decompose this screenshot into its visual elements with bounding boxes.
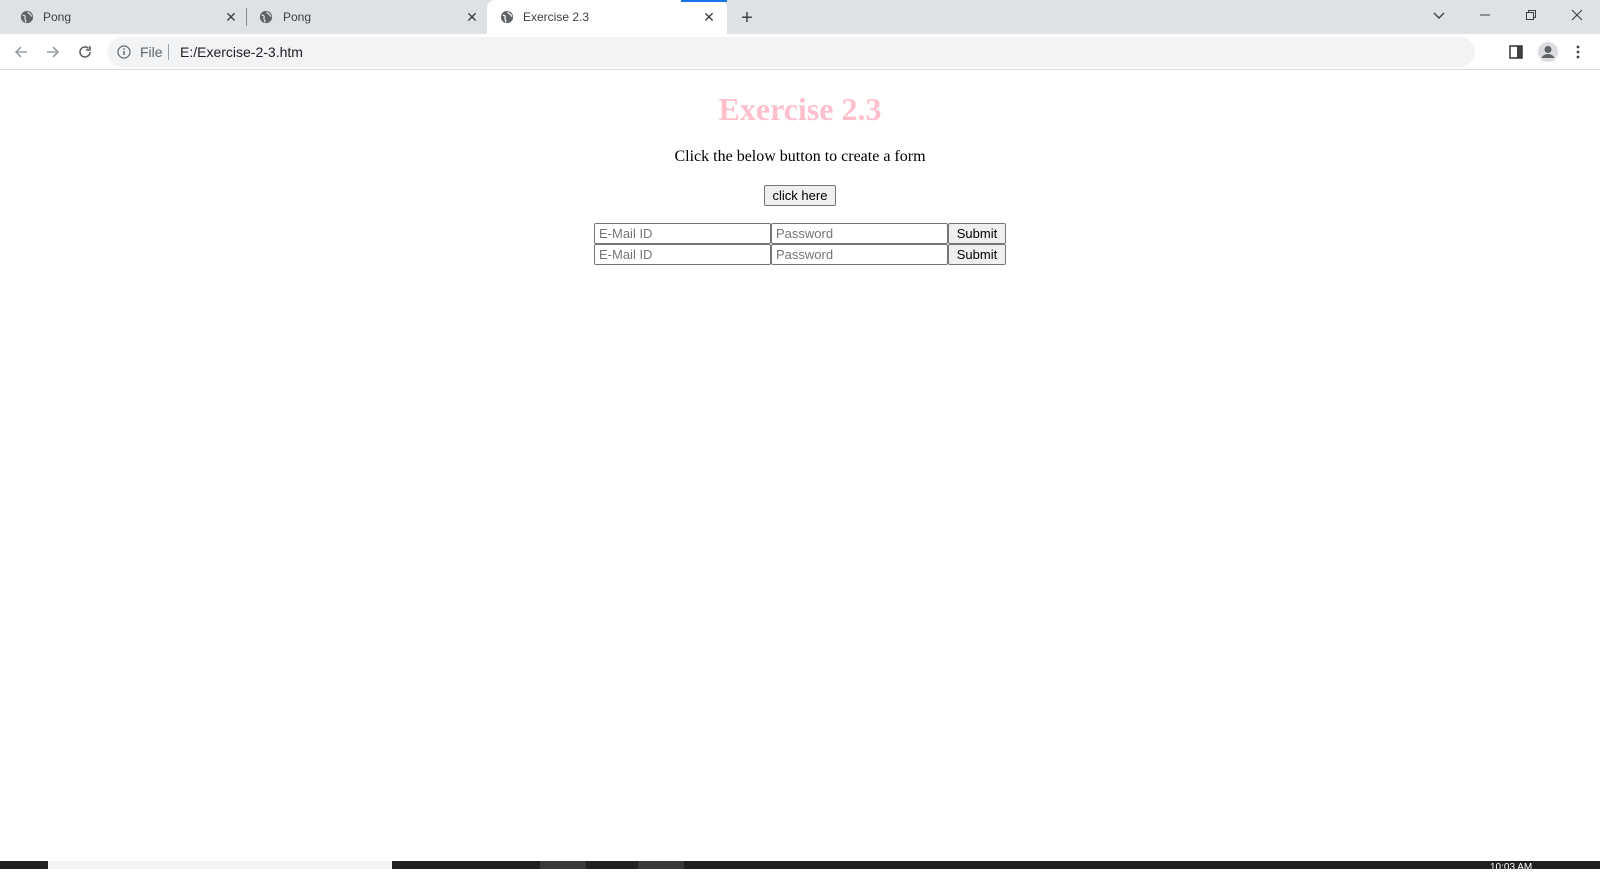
scheme-label: File — [140, 44, 163, 60]
tab-title: Pong — [43, 10, 72, 24]
globe-icon — [259, 10, 273, 24]
reload-button[interactable] — [73, 40, 97, 64]
menu-button[interactable] — [1566, 40, 1590, 64]
profile-button[interactable] — [1536, 40, 1560, 64]
instruction-text: Click the below button to create a form — [674, 148, 926, 165]
globe-icon — [20, 10, 34, 24]
browser-toolbar: File E:/Exercise-2-3.htm — [0, 34, 1600, 93]
info-icon[interactable] — [117, 45, 131, 59]
tab-exercise-2-3[interactable]: Exercise 2.3 ✕ — [487, 0, 727, 34]
form-row: Submit — [594, 223, 1006, 244]
side-panel-button[interactable] — [1504, 40, 1528, 64]
back-button[interactable] — [9, 40, 33, 64]
page-title: Exercise 2.3 — [718, 91, 882, 127]
minimize-button[interactable] — [1462, 0, 1508, 30]
create-form-button[interactable]: click here — [764, 185, 836, 206]
tab-title: Pong — [283, 10, 312, 24]
form-row: Submit — [594, 244, 1006, 265]
email-field[interactable] — [594, 223, 771, 244]
page-content: Exercise 2.3 Click the below button to c… — [0, 71, 1600, 861]
close-icon — [1571, 9, 1583, 21]
taskbar-search-box[interactable] — [48, 861, 392, 869]
avatar-icon — [1538, 42, 1558, 62]
restore-icon — [1526, 10, 1536, 20]
chevron-down-icon — [1433, 12, 1445, 19]
restore-button[interactable] — [1508, 0, 1554, 30]
submit-button[interactable]: Submit — [948, 223, 1006, 244]
arrow-left-icon — [14, 46, 27, 58]
globe-icon — [500, 10, 514, 24]
forward-button[interactable] — [41, 40, 65, 64]
taskbar-app[interactable] — [638, 861, 684, 869]
password-field[interactable] — [771, 223, 948, 244]
url-text[interactable]: E:/Exercise-2-3.htm — [180, 44, 303, 60]
side-panel-icon — [1509, 45, 1523, 59]
tab-pong-2[interactable]: Pong ✕ — [247, 0, 485, 34]
taskbar-app[interactable] — [540, 861, 586, 869]
close-window-button[interactable] — [1554, 0, 1600, 30]
kebab-menu-icon — [1576, 45, 1580, 59]
tab-search-button[interactable] — [1416, 0, 1462, 30]
taskbar: 10:03 AM — [0, 861, 1600, 873]
taskbar-clock[interactable]: 10:03 AM — [1490, 863, 1532, 873]
address-bar[interactable]: File E:/Exercise-2-3.htm — [107, 37, 1475, 67]
new-tab-button[interactable]: + — [736, 7, 758, 29]
password-field[interactable] — [771, 244, 948, 265]
tab-loading-indicator — [681, 0, 727, 2]
submit-button[interactable]: Submit — [948, 244, 1006, 265]
close-tab-icon[interactable]: ✕ — [223, 9, 239, 25]
close-tab-icon[interactable]: ✕ — [464, 9, 480, 25]
reload-icon — [79, 46, 91, 58]
tab-strip: Pong ✕ Pong ✕ Exercise 2.3 ✕ + — [0, 0, 1600, 34]
tab-pong-1[interactable]: Pong ✕ — [0, 0, 246, 34]
email-field[interactable] — [594, 244, 771, 265]
tab-title: Exercise 2.3 — [523, 10, 590, 24]
close-tab-icon[interactable]: ✕ — [701, 9, 717, 25]
omnibox-divider — [168, 44, 169, 60]
arrow-right-icon — [47, 46, 60, 58]
minimize-icon — [1480, 14, 1490, 16]
